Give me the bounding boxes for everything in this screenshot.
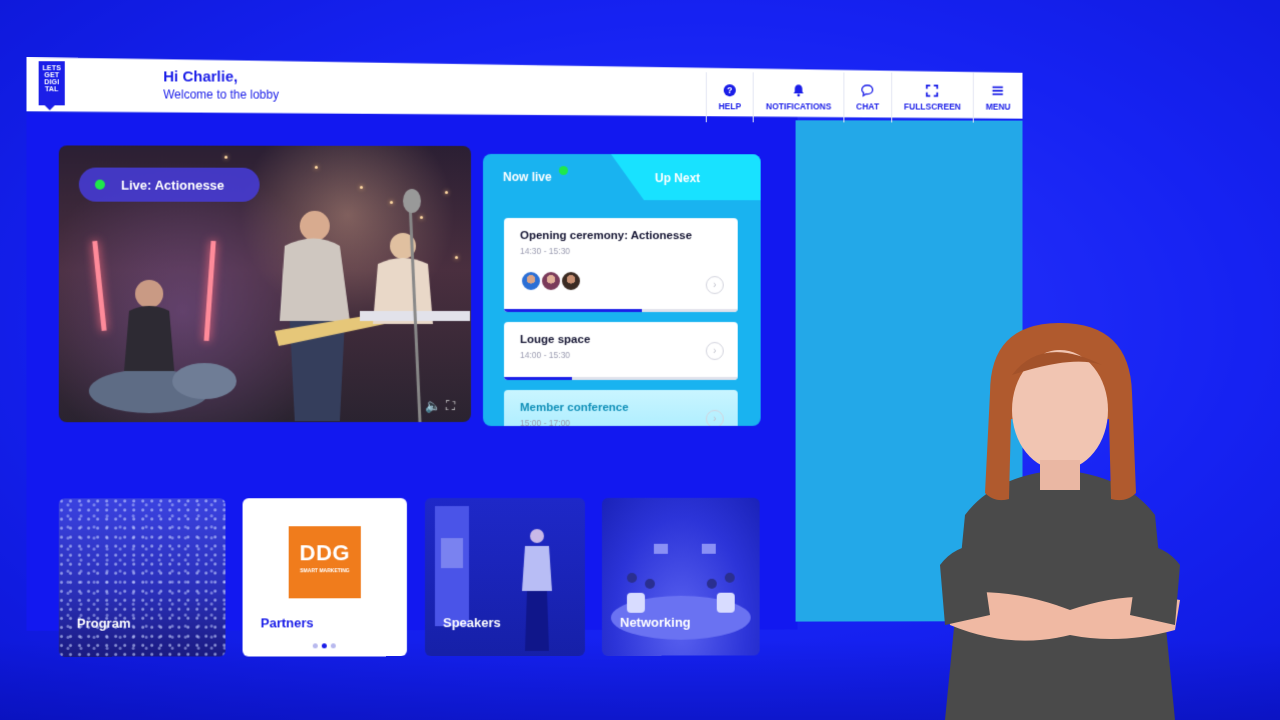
tab-now-live-label: Now live <box>502 169 552 185</box>
session-title: Member conference <box>520 401 629 415</box>
tab-up-next[interactable]: Up Next <box>611 154 761 200</box>
chat-button[interactable]: CHAT <box>843 72 892 123</box>
volume-icon[interactable]: 🔈 <box>425 398 441 414</box>
help-button[interactable]: ? HELP <box>705 72 754 123</box>
schedule-panel: Now live Up Next Opening ceremony: Actio… <box>482 153 761 427</box>
pager-dot[interactable] <box>312 643 318 649</box>
chat-bubble-icon <box>861 84 875 98</box>
session-time: 15:00 - 17:00 <box>520 417 571 427</box>
hamburger-icon <box>992 86 1004 96</box>
arrow-right-icon[interactable]: › <box>705 342 724 360</box>
arrow-right-icon[interactable]: › <box>705 276 724 295</box>
help-icon: ? <box>724 84 737 97</box>
expand-icon[interactable]: ⛶ <box>446 398 455 414</box>
chat-label: CHAT <box>856 101 880 112</box>
speaker-avatars <box>520 269 722 293</box>
greeting-subtitle: Welcome to the lobby <box>163 87 279 102</box>
session-progress-bar <box>503 376 572 381</box>
presenter-person <box>940 323 1180 720</box>
carousel-pager <box>312 643 336 649</box>
menu-label: MENU <box>985 101 1011 112</box>
live-badge[interactable]: Live: Actionesse <box>78 167 260 202</box>
live-dot-icon <box>558 166 568 176</box>
networking-audience-illustration <box>611 544 752 641</box>
avatar[interactable] <box>559 270 582 293</box>
live-dot-icon <box>94 179 105 190</box>
menu-button[interactable]: MENU <box>972 72 1023 123</box>
tile-networking[interactable]: Networking <box>601 497 760 656</box>
session-title: Opening ceremony: Actionesse <box>520 229 692 243</box>
bell-icon <box>793 84 804 97</box>
session-card[interactable]: Member conference 15:00 - 17:00 › <box>503 389 738 427</box>
fullscreen-button[interactable]: FULLSCREEN <box>891 72 973 123</box>
tile-label: Networking <box>619 614 691 630</box>
pager-dot-active[interactable] <box>321 643 327 649</box>
live-label: Live: Actionesse <box>121 177 225 193</box>
tab-up-next-label: Up Next <box>654 171 701 186</box>
session-time: 14:00 - 15:30 <box>520 349 571 361</box>
speaker-on-stage-illustration <box>434 505 553 652</box>
session-progress-bar <box>503 308 642 313</box>
session-card[interactable]: Opening ceremony: Actionesse 14:30 - 15:… <box>503 217 738 313</box>
fullscreen-label: FULLSCREEN <box>903 101 961 112</box>
live-video-player[interactable]: Live: Actionesse 🔈 ⛶ <box>58 145 471 423</box>
tile-label: Partners <box>260 615 314 631</box>
avatar[interactable] <box>539 270 562 293</box>
arrow-right-icon[interactable]: › <box>705 409 724 427</box>
session-time: 14:30 - 15:30 <box>520 245 571 257</box>
tile-partners[interactable]: DDG SMART MARKETING Partners <box>242 498 407 657</box>
tab-now-live[interactable]: Now live <box>483 154 633 200</box>
partner-logo-tagline: SMART MARKETING <box>299 568 350 575</box>
session-title: Louge space <box>520 333 591 347</box>
session-card[interactable]: Louge space 14:00 - 15:30 › <box>503 321 738 381</box>
notifications-button[interactable]: NOTIFICATIONS <box>753 72 844 123</box>
tile-label: Speakers <box>442 615 501 631</box>
brand-logo[interactable]: LETS GET DIGI TAL <box>39 61 65 105</box>
tile-label: Program <box>76 615 131 631</box>
partner-logo-text: DDG <box>299 540 351 566</box>
avatar[interactable] <box>520 269 542 293</box>
partner-logo[interactable]: DDG SMART MARKETING <box>288 526 361 599</box>
greeting-title: Hi Charlie, <box>163 68 238 86</box>
fullscreen-icon <box>925 84 939 98</box>
virtual-lobby-screen: LETS GET DIGI TAL Hi Charlie, Welcome to th… <box>26 57 1023 657</box>
tile-speakers[interactable]: Speakers <box>424 497 585 657</box>
tile-program[interactable]: Program <box>58 498 226 657</box>
svg-text:?: ? <box>727 86 732 96</box>
notifications-label: NOTIFICATIONS <box>766 101 832 112</box>
greeting: Hi Charlie, Welcome to the lobby <box>163 68 279 101</box>
nav-buttons: ? HELP NOTIFICATIONS CHAT FULLSCREEN MEN… <box>705 72 1023 123</box>
help-label: HELP <box>718 101 742 112</box>
pager-dot[interactable] <box>330 643 336 649</box>
